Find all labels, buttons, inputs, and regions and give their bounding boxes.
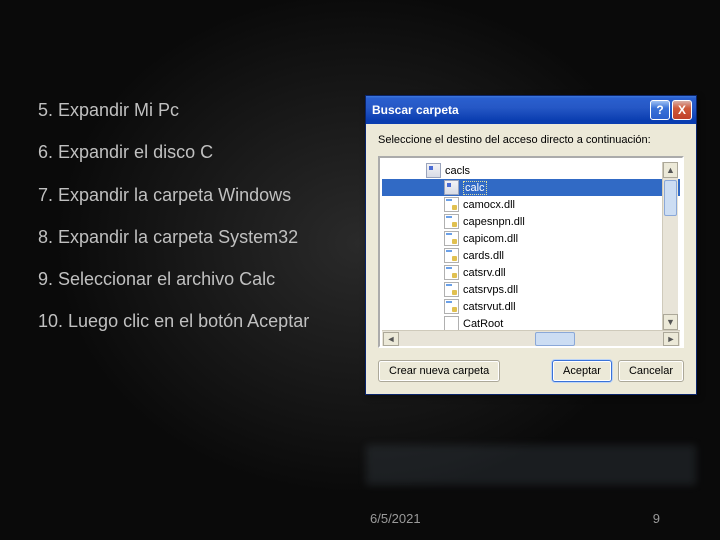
tree-item[interactable]: calc bbox=[382, 179, 680, 196]
tree-item[interactable]: catsrv.dll bbox=[382, 264, 680, 281]
folder-tree: cacls calc camocx.dll capesnpn.dll capicom.d… bbox=[378, 156, 684, 348]
scroll-right-icon[interactable]: ► bbox=[663, 332, 679, 346]
help-icon: ? bbox=[656, 103, 663, 117]
dll-icon bbox=[444, 248, 459, 263]
tree-item[interactable]: catsrvps.dll bbox=[382, 281, 680, 298]
tree-item-label: camocx.dll bbox=[463, 199, 515, 211]
scroll-left-icon[interactable]: ◄ bbox=[383, 332, 399, 346]
dll-icon bbox=[444, 282, 459, 297]
tree-item-label: capicom.dll bbox=[463, 233, 518, 245]
tree-item[interactable]: capicom.dll bbox=[382, 230, 680, 247]
tree-item[interactable]: capesnpn.dll bbox=[382, 213, 680, 230]
dll-icon bbox=[444, 214, 459, 229]
tree-item[interactable]: cacls bbox=[382, 162, 680, 179]
scroll-up-icon[interactable]: ▲ bbox=[663, 162, 678, 178]
browse-folder-dialog: Buscar carpeta ? X Seleccione el destino… bbox=[365, 95, 697, 395]
accept-button[interactable]: Aceptar bbox=[552, 360, 612, 382]
instruction-item: 8. Expandir la carpeta System32 bbox=[38, 225, 318, 249]
instruction-list: 5. Expandir Mi Pc 6. Expandir el disco C… bbox=[38, 98, 318, 352]
dll-icon bbox=[444, 299, 459, 314]
new-folder-button[interactable]: Crear nueva carpeta bbox=[378, 360, 500, 382]
folder-icon bbox=[444, 316, 459, 330]
tree-item[interactable]: cards.dll bbox=[382, 247, 680, 264]
instruction-item: 7. Expandir la carpeta Windows bbox=[38, 183, 318, 207]
tree-item-label: catsrvps.dll bbox=[463, 284, 518, 296]
tree-item[interactable]: CatRoot bbox=[382, 315, 680, 330]
tree-item-label: CatRoot bbox=[463, 318, 503, 330]
horizontal-scrollbar[interactable]: ◄ ► bbox=[382, 330, 680, 346]
scroll-down-icon[interactable]: ▼ bbox=[663, 314, 678, 330]
instruction-item: 9. Seleccionar el archivo Calc bbox=[38, 267, 318, 291]
dialog-prompt: Seleccione el destino del acceso directo… bbox=[378, 134, 684, 146]
dll-icon bbox=[444, 197, 459, 212]
cancel-button[interactable]: Cancelar bbox=[618, 360, 684, 382]
dll-icon bbox=[444, 265, 459, 280]
dialog-title: Buscar carpeta bbox=[372, 103, 648, 117]
close-icon: X bbox=[678, 103, 686, 117]
dll-icon bbox=[444, 231, 459, 246]
scroll-track[interactable] bbox=[663, 178, 678, 314]
scroll-thumb[interactable] bbox=[664, 180, 677, 216]
instruction-item: 10. Luego clic en el botón Aceptar bbox=[38, 309, 318, 333]
tree-item[interactable]: camocx.dll bbox=[382, 196, 680, 213]
scroll-thumb[interactable] bbox=[535, 332, 575, 346]
tree-item-label: capesnpn.dll bbox=[463, 216, 525, 228]
footer-page-number: 9 bbox=[653, 511, 660, 526]
tree-item-label: catsrvut.dll bbox=[463, 301, 516, 313]
tree-item-label: catsrv.dll bbox=[463, 267, 506, 279]
dialog-titlebar[interactable]: Buscar carpeta ? X bbox=[366, 96, 696, 124]
exe-icon bbox=[426, 163, 441, 178]
tree-item-label: calc bbox=[463, 181, 487, 195]
dialog-reflection bbox=[366, 445, 696, 485]
footer-date: 6/5/2021 bbox=[370, 511, 421, 526]
instruction-item: 5. Expandir Mi Pc bbox=[38, 98, 318, 122]
exe-icon bbox=[444, 180, 459, 195]
tree-item[interactable]: catsrvut.dll bbox=[382, 298, 680, 315]
tree-item-label: cards.dll bbox=[463, 250, 504, 262]
vertical-scrollbar[interactable]: ▲ ▼ bbox=[662, 162, 678, 330]
tree-item-label: cacls bbox=[445, 165, 470, 177]
instruction-item: 6. Expandir el disco C bbox=[38, 140, 318, 164]
help-button[interactable]: ? bbox=[650, 100, 670, 120]
close-button[interactable]: X bbox=[672, 100, 692, 120]
